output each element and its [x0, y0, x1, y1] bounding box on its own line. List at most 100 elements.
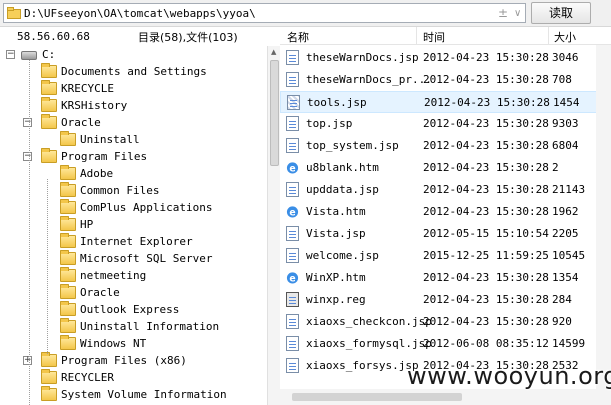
tree-item-label: Oracle [61, 116, 101, 129]
folder-icon [41, 352, 57, 367]
file-size: 3046 [552, 51, 579, 64]
tree-item[interactable]: HP [0, 216, 267, 234]
list-scrollbar[interactable] [596, 45, 611, 405]
ie-file-icon: e [286, 272, 299, 285]
file-row[interactable]: theseWarnDocs_pr... 2012-04-23 15:30:28 70… [280, 69, 611, 91]
tree-item-label: KRSHistory [61, 99, 128, 112]
jsp-file-icon [286, 182, 299, 197]
file-row[interactable]: upddata.jsp 2012-04-23 15:30:28 21143 [280, 179, 611, 201]
file-time: 2012-04-23 15:30:28 [423, 161, 549, 174]
tree-item[interactable]: Uninstall [0, 131, 267, 149]
jsp-file-icon [287, 95, 300, 110]
file-row[interactable]: winxp.reg 2012-04-23 15:30:28 284 [280, 289, 611, 311]
folder-icon [60, 301, 76, 316]
file-row[interactable]: xiaoxs_checkcon.jsp 2012-04-23 15:30:28 92… [280, 311, 611, 333]
expand-icon[interactable]: + [23, 356, 32, 365]
file-time: 2012-04-23 15:30:28 [423, 51, 549, 64]
column-size[interactable]: 大小 [554, 29, 576, 45]
clear-icon[interactable]: ± [498, 6, 508, 20]
file-list[interactable]: 名称 时间 大小 theseWarnDocs.jsp 2012-04-23 15:… [280, 27, 611, 405]
column-divider[interactable] [548, 27, 549, 45]
file-time: 2015-12-25 11:59:25 [423, 249, 549, 262]
tree-item[interactable]: Outlook Express [0, 301, 267, 319]
file-row[interactable]: top.jsp 2012-04-23 15:30:28 9303 [280, 113, 611, 135]
tree-scrollbar[interactable]: ▲ [267, 46, 280, 405]
file-size: 1454 [553, 96, 580, 109]
tree-item[interactable]: Microsoft SQL Server [0, 250, 267, 268]
tree-item[interactable]: netmeeting [0, 267, 267, 285]
chevron-down-icon[interactable]: ∨ [514, 8, 521, 19]
tree-item[interactable]: − Oracle [0, 114, 267, 132]
column-time[interactable]: 时间 [423, 29, 445, 45]
tree-item-label: Adobe [80, 167, 114, 180]
tree-guide-line [47, 179, 48, 354]
tree-item-label: Uninstall Information [80, 320, 220, 333]
folder-icon [60, 233, 76, 248]
tree-item-label: System Volume Information [61, 388, 227, 401]
tree-item[interactable]: − C: [0, 47, 267, 64]
tree-item[interactable]: RECYCLER [0, 369, 267, 387]
tree-item[interactable]: Documents and Settings [0, 63, 267, 81]
file-name: winxp.reg [306, 293, 366, 306]
tree-item[interactable]: Oracle [0, 284, 267, 302]
folder-icon [41, 114, 57, 129]
collapse-icon[interactable]: − [6, 50, 15, 59]
folder-icon [41, 386, 57, 401]
tree-scroll-thumb[interactable] [270, 60, 279, 166]
svg-text:e: e [289, 164, 295, 175]
collapse-icon[interactable]: − [23, 152, 32, 161]
tree-item-label: netmeeting [80, 269, 147, 282]
file-row[interactable]: tools.jsp 2012-04-23 15:30:28 1454 [280, 91, 611, 113]
tree-item[interactable]: System Volume Information [0, 386, 267, 404]
tree-item-label: Outlook Express [80, 303, 180, 316]
list-hscrollbar[interactable] [280, 389, 596, 405]
folder-icon [60, 250, 76, 265]
tree-item[interactable]: KRECYCLE [0, 80, 267, 98]
file-name: Vista.htm [306, 205, 366, 218]
folder-tree[interactable]: − C: Documents and Settings KRECYCLE KRSHist… [0, 46, 267, 405]
file-row[interactable]: xiaoxs_formysql.jsp 2012-06-08 08:35:12 14… [280, 333, 611, 355]
file-size: 2205 [552, 227, 579, 240]
collapse-icon[interactable]: − [23, 118, 32, 127]
tree-item[interactable]: ComPlus Applications [0, 199, 267, 217]
file-time: 2012-04-23 15:30:28 [423, 205, 549, 218]
folder-icon [60, 165, 76, 180]
hscroll-thumb[interactable] [292, 393, 462, 401]
file-size: 708 [552, 73, 572, 86]
tree-item[interactable]: Adobe [0, 165, 267, 183]
file-size: 284 [552, 293, 572, 306]
file-row[interactable]: theseWarnDocs.jsp 2012-04-23 15:30:28 3046 [280, 47, 611, 69]
file-row[interactable]: e Vista.htm 2012-04-23 15:30:28 1962 [280, 201, 611, 223]
file-size: 2 [552, 161, 559, 174]
file-row[interactable]: e WinXP.htm 2012-04-23 15:30:28 1354 [280, 267, 611, 289]
file-row[interactable]: welcome.jsp 2015-12-25 11:59:25 10545 [280, 245, 611, 267]
tree-item[interactable]: − Program Files [0, 148, 267, 166]
path-input[interactable]: D:\UFseeyon\OA\tomcat\webapps\yyoa\ ± ∨ [3, 3, 526, 23]
file-name: xiaoxs_checkcon.jsp [306, 315, 432, 328]
tree-item[interactable]: Internet Explorer [0, 233, 267, 251]
tree-item-label: Microsoft SQL Server [80, 252, 213, 265]
column-divider[interactable] [416, 27, 417, 45]
file-row[interactable]: e u8blank.htm 2012-04-23 15:30:28 2 [280, 157, 611, 179]
file-time: 2012-04-23 15:30:28 [423, 271, 549, 284]
server-ip: 58.56.60.68 [17, 30, 90, 43]
tree-item-label: Uninstall [80, 133, 140, 146]
file-name: welcome.jsp [306, 249, 379, 262]
tree-item[interactable]: Uninstall Information [0, 318, 267, 336]
file-row[interactable]: top_system.jsp 2012-04-23 15:30:28 6804 [280, 135, 611, 157]
folder-icon [41, 148, 57, 163]
scroll-up-icon[interactable]: ▲ [271, 48, 276, 56]
column-name[interactable]: 名称 [287, 29, 309, 45]
file-row[interactable]: Vista.jsp 2012-05-15 15:10:54 2205 [280, 223, 611, 245]
file-time: 2012-04-23 15:30:28 [423, 293, 549, 306]
tree-item[interactable]: Common Files [0, 182, 267, 200]
tree-item[interactable]: + Program Files (x86) [0, 352, 267, 370]
folder-icon [60, 216, 76, 231]
tree-item[interactable]: Windows NT [0, 335, 267, 353]
file-size: 1962 [552, 205, 579, 218]
tree-item[interactable]: KRSHistory [0, 97, 267, 115]
folder-icon [41, 80, 57, 95]
read-button[interactable]: 读取 [531, 2, 591, 24]
reg-file-icon [286, 292, 299, 307]
folder-icon [60, 182, 76, 197]
